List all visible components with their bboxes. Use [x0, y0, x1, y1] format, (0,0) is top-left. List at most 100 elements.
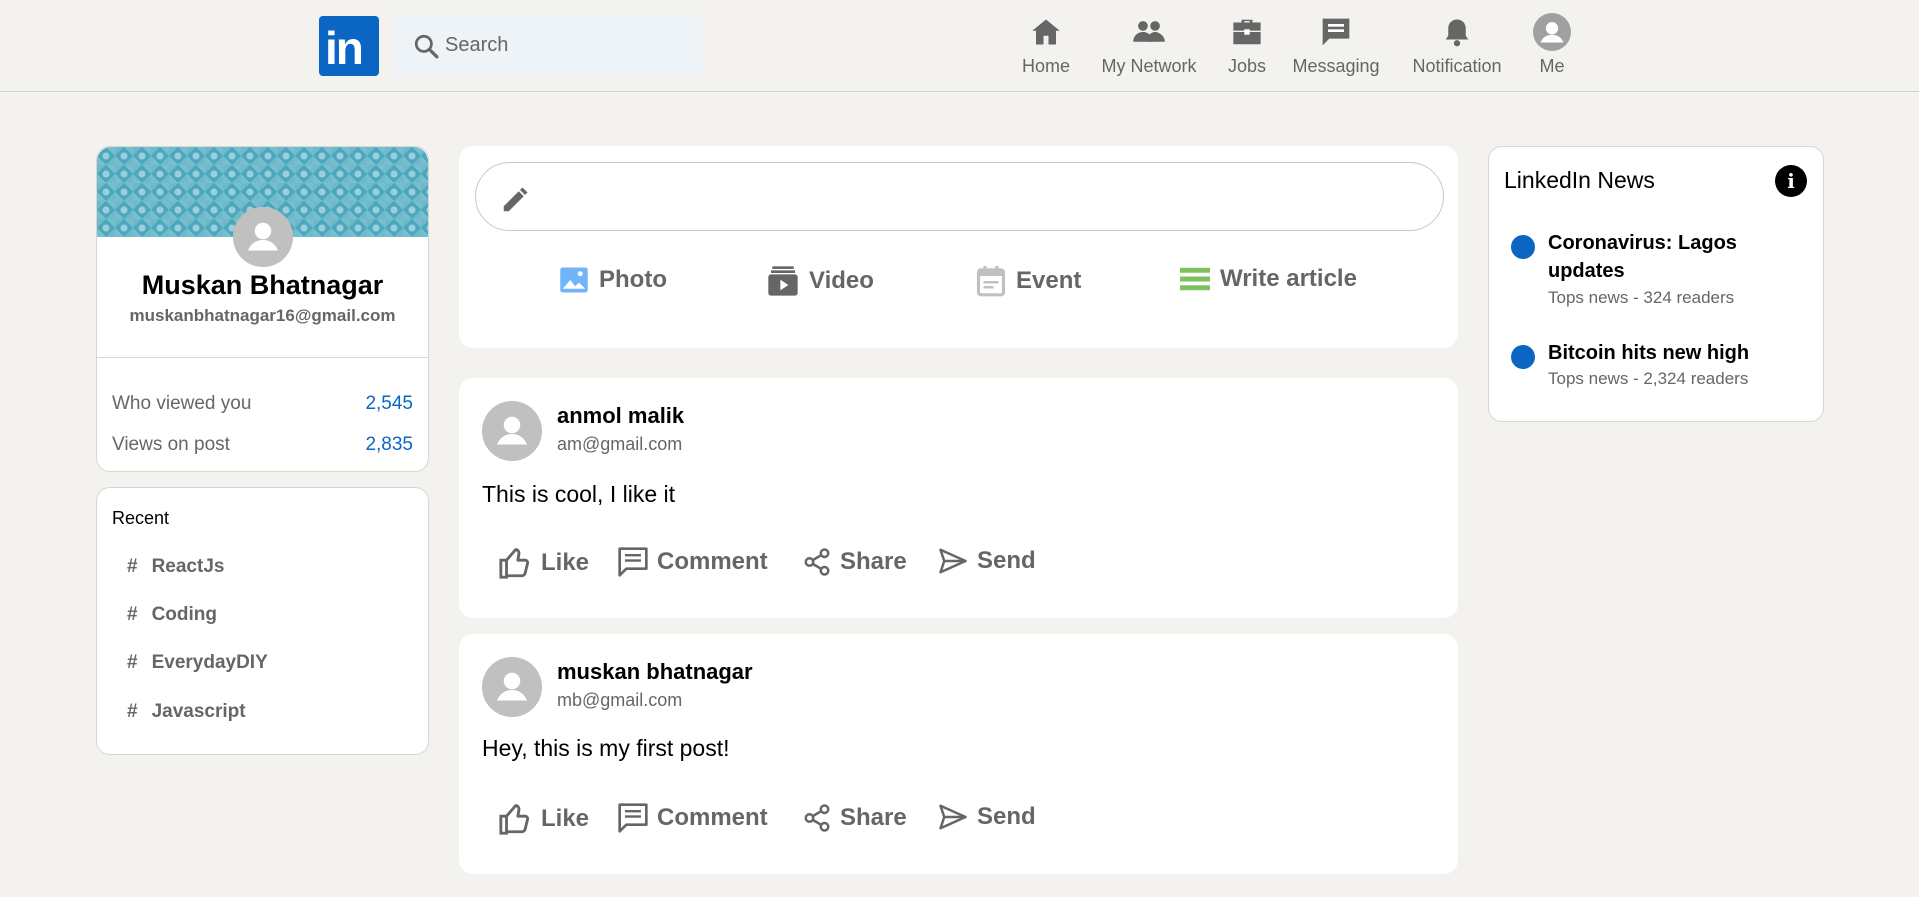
post-composer: Photo Video Event Write article — [459, 146, 1458, 348]
comment-button[interactable]: Comment — [617, 546, 768, 578]
share-button[interactable]: Share — [802, 802, 907, 834]
like-button[interactable]: Like — [497, 802, 589, 836]
send-button[interactable]: Send — [937, 546, 1036, 576]
recent-item-label: Javascript — [151, 701, 246, 722]
stat-value: 2,545 — [365, 393, 413, 414]
post-author-name[interactable]: anmol malik — [557, 403, 684, 429]
post-message: Hey, this is my first post! — [482, 735, 730, 761]
send-label: Send — [977, 547, 1036, 574]
recent-title: Recent — [112, 508, 170, 528]
nav-notification[interactable]: Notification — [1407, 12, 1507, 82]
send-icon — [939, 548, 967, 574]
home-icon — [1032, 19, 1060, 45]
stat-value: 2,835 — [365, 434, 413, 455]
event-label: Event — [1016, 267, 1082, 294]
hash-icon: # — [127, 652, 138, 673]
news-item-title[interactable]: Bitcoin hits new high — [1548, 339, 1788, 367]
post-author-name[interactable]: muskan bhatnagar — [557, 659, 753, 685]
avatar-icon — [1533, 13, 1571, 51]
nav-label: Jobs — [1227, 56, 1267, 76]
stat-who-viewed[interactable]: Who viewed you 2,545 — [112, 393, 413, 415]
search-input[interactable] — [445, 28, 685, 62]
feed-post: anmol malik am@gmail.com This is cool, I… — [459, 378, 1458, 618]
linkedin-logo[interactable]: in — [319, 16, 379, 76]
write-article-button[interactable]: Write article — [1180, 265, 1357, 293]
stat-label: Views on post — [112, 434, 230, 455]
event-button[interactable]: Event — [976, 265, 1081, 297]
nav-home[interactable]: Home — [1021, 12, 1071, 82]
nav-messaging[interactable]: Messaging — [1291, 12, 1381, 82]
avatar-icon — [482, 657, 542, 717]
nav-my-network[interactable]: My Network — [1099, 12, 1199, 82]
recent-item-reactjs[interactable]: # ReactJs — [127, 556, 224, 578]
profile-name[interactable]: Muskan Bhatnagar — [97, 270, 428, 301]
news-bullet-icon — [1511, 235, 1535, 259]
hash-icon: # — [127, 701, 138, 722]
recent-item-label: Coding — [151, 604, 218, 625]
nav-jobs[interactable]: Jobs — [1222, 12, 1272, 82]
avatar-icon — [482, 401, 542, 461]
share-icon — [804, 804, 830, 832]
video-icon — [768, 266, 798, 296]
info-icon[interactable]: i — [1775, 165, 1807, 197]
share-label: Share — [840, 804, 907, 831]
recent-item-label: EverydayDIY — [151, 652, 268, 673]
comment-label: Comment — [657, 548, 768, 575]
send-button[interactable]: Send — [937, 802, 1036, 832]
network-icon — [1133, 21, 1165, 42]
news-item-subtitle: Tops news - 2,324 readers — [1548, 369, 1749, 388]
profile-avatar[interactable] — [233, 207, 293, 267]
briefcase-icon — [1233, 19, 1261, 45]
hash-icon: # — [127, 604, 138, 625]
post-author-email: am@gmail.com — [557, 434, 683, 454]
hash-icon: # — [127, 556, 138, 577]
photo-label: Photo — [599, 266, 667, 293]
top-nav-bar: in Home My Network Jobs Messaging Notifi… — [0, 0, 1919, 92]
video-button[interactable]: Video — [767, 265, 874, 297]
logo-text: in — [325, 22, 364, 74]
post-input[interactable] — [475, 162, 1444, 231]
nav-me[interactable]: Me — [1527, 12, 1577, 82]
recent-item-label: ReactJs — [151, 556, 225, 577]
search-icon — [414, 34, 439, 59]
photo-button[interactable]: Photo — [559, 265, 667, 295]
share-label: Share — [840, 548, 907, 575]
post-author-avatar[interactable] — [482, 401, 542, 461]
news-item-title[interactable]: Coronavirus: Lagos updates — [1548, 229, 1788, 285]
recent-item-coding[interactable]: # Coding — [127, 604, 217, 626]
comment-button[interactable]: Comment — [617, 802, 768, 834]
share-button[interactable]: Share — [802, 546, 907, 578]
stat-label: Who viewed you — [112, 393, 252, 414]
news-title: LinkedIn News — [1504, 167, 1655, 193]
nav-label: Messaging — [1292, 56, 1380, 76]
write-article-label: Write article — [1220, 265, 1357, 292]
nav-label: My Network — [1101, 56, 1197, 76]
share-icon — [804, 548, 830, 576]
feed-post: muskan bhatnagar mb@gmail.com Hey, this … — [459, 634, 1458, 874]
nav-label: Home — [1021, 56, 1070, 76]
recent-item-javascript[interactable]: # Javascript — [127, 701, 246, 723]
news-item-subtitle: Tops news - 324 readers — [1548, 288, 1735, 307]
thumbs-up-icon — [499, 548, 530, 579]
profile-card: Muskan Bhatnagar muskanbhatnagar16@gmail… — [96, 146, 429, 472]
profile-email: muskanbhatnagar16@gmail.com — [129, 306, 396, 325]
post-author-email: mb@gmail.com — [557, 690, 683, 710]
recent-card: Recent # ReactJs # Coding # EverydayDIY # Ja… — [96, 487, 429, 755]
photo-icon — [560, 267, 588, 293]
divider — [97, 357, 428, 358]
article-icon — [1180, 267, 1210, 291]
comment-label: Comment — [657, 804, 768, 831]
post-author-avatar[interactable] — [482, 657, 542, 717]
comment-icon — [618, 803, 648, 833]
comment-icon — [618, 547, 648, 577]
search-box[interactable] — [395, 14, 702, 76]
calendar-icon — [976, 266, 1006, 297]
message-icon — [1322, 18, 1350, 46]
recent-item-everydaydiy[interactable]: # EverydayDIY — [127, 652, 268, 674]
like-button[interactable]: Like — [497, 546, 589, 580]
nav-label: Notification — [1412, 56, 1502, 76]
video-label: Video — [809, 267, 874, 294]
stat-views-on-post[interactable]: Views on post 2,835 — [112, 434, 413, 456]
like-label: Like — [541, 549, 590, 576]
news-card: LinkedIn News i Coronavirus: Lagos updat… — [1488, 146, 1824, 422]
